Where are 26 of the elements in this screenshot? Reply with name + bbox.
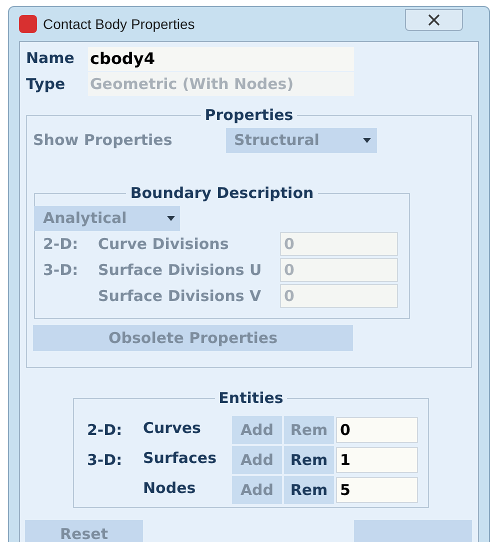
entity-count-field[interactable]: 0 [336, 417, 418, 443]
name-field[interactable]: cbody4 [88, 46, 354, 70]
dimension-label: 2-D: [43, 235, 78, 253]
entity-label: Surfaces [143, 448, 218, 469]
division-label: Surface Divisions V [98, 286, 262, 307]
name-label: Name [26, 48, 76, 70]
remove-button[interactable]: Rem [284, 476, 334, 504]
close-icon [427, 14, 441, 26]
division-label: Curve Divisions [98, 234, 230, 255]
dimension-label: 3-D: [43, 261, 78, 279]
caret-icon [167, 216, 175, 221]
show-properties-label: Show Properties [33, 130, 174, 152]
division-label: Surface Divisions U [98, 260, 263, 281]
app-logo-icon [19, 15, 37, 33]
dimension-label: 3-D: [87, 451, 122, 469]
type-field[interactable]: Geometric (With Nodes) [88, 72, 354, 96]
caret-icon [363, 138, 371, 143]
entity-count-field[interactable]: 1 [336, 447, 418, 473]
entity-count-field[interactable]: 5 [336, 477, 418, 503]
remove-button[interactable]: Rem [284, 446, 334, 474]
close-button[interactable] [405, 9, 463, 31]
type-label: Type [26, 74, 66, 95]
dimension-label: 2-D: [87, 421, 122, 439]
window-title: Contact Body Properties [43, 14, 195, 34]
entity-label: Curves [143, 418, 202, 439]
entity-label: Nodes [143, 478, 197, 499]
